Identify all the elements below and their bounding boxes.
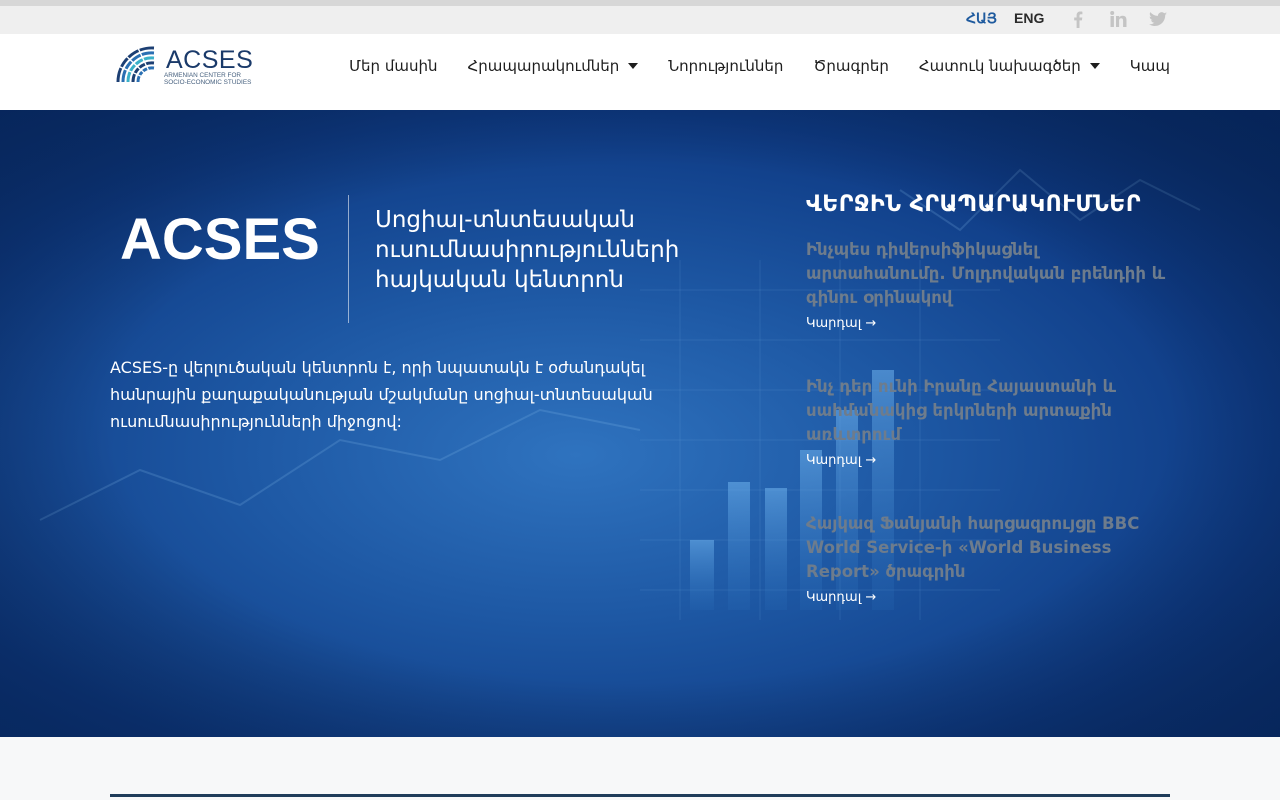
linkedin-icon[interactable]: [1108, 9, 1128, 29]
hero-description: ACSES-ը վերլուծական կենտրոն է, որի նպատա…: [110, 358, 653, 431]
site-header: ACSES ARMENIAN CENTER FOR SOCIO-ECONOMIC…: [0, 34, 1280, 110]
logo-subtitle: ARMENIAN CENTER FOR SOCIO-ECONOMIC STUDI…: [164, 72, 251, 86]
section-divider-line: [110, 794, 1170, 797]
nav-label: Մեր մասին: [349, 57, 438, 75]
caret-down-icon: [628, 63, 639, 69]
nav-label: Ծրագրեր: [813, 57, 889, 75]
language-english-link[interactable]: ENG: [1014, 10, 1044, 26]
logo-wordmark: ACSES: [166, 46, 254, 74]
caret-down-icon: [1089, 63, 1100, 69]
nav-item-publications[interactable]: Հրապարակումներ: [452, 54, 653, 78]
latest-publications-heading: ՎԵՐՋԻՆ ՀՐԱՊԱՐԱԿՈՒՄՆԵՐ: [806, 192, 1141, 217]
top-bar: ՀԱՅ ENG: [0, 6, 1280, 34]
hero-tagline: Սոցիալ-տնտեսական ուսումնասիրությունների …: [375, 207, 680, 293]
publication-title-link[interactable]: Հայկազ Ֆանյանի հարցազրույցը BBC World Se…: [806, 512, 1166, 584]
nav-item-programs[interactable]: Ծրագրեր: [798, 54, 903, 78]
hero-divider: [348, 195, 349, 323]
publication-item: Հայկազ Ֆանյանի հարցազրույցը BBC World Se…: [806, 512, 1166, 605]
language-armenian-link[interactable]: ՀԱՅ: [966, 10, 997, 27]
nav-label: Կապ: [1129, 57, 1170, 75]
logo-subtitle-line-1: ARMENIAN CENTER FOR: [164, 72, 242, 79]
twitter-icon[interactable]: [1148, 9, 1168, 29]
logo-emblem-icon: [116, 46, 156, 84]
nav-label: Նորություններ: [668, 57, 784, 75]
publication-item: Ինչ դեր ունի Իրանը Հայաստանի և սահմանակի…: [806, 375, 1166, 468]
publication-title-link[interactable]: Ինչ դեր ունի Իրանը Հայաստանի և սահմանակի…: [806, 375, 1166, 447]
publication-title-link[interactable]: Ինչպես դիվերսիֆիկացնել արտահանումը. Մոլդ…: [806, 238, 1166, 310]
read-more-link[interactable]: Կարդալ →: [806, 316, 1166, 331]
nav-item-contact[interactable]: Կապ: [1115, 54, 1170, 78]
nav-label: Հրապարակումներ: [467, 57, 620, 75]
main-nav: Մեր մասին Հրապարակումներ Նորություններ Ծ…: [334, 54, 1170, 78]
hero-brand-title: ACSES: [120, 207, 320, 272]
nav-item-about[interactable]: Մեր մասին: [334, 54, 452, 78]
nav-item-news[interactable]: Նորություններ: [653, 54, 798, 78]
publication-item: Ինչպես դիվերսիֆիկացնել արտահանումը. Մոլդ…: [806, 238, 1166, 331]
nav-label: Հատուկ նախագծեր: [918, 57, 1081, 75]
hero-section: ACSES Սոցիալ-տնտեսական ուսումնասիրությու…: [0, 110, 1280, 737]
nav-item-special-projects[interactable]: Հատուկ նախագծեր: [904, 54, 1115, 78]
site-logo[interactable]: ACSES ARMENIAN CENTER FOR SOCIO-ECONOMIC…: [116, 46, 253, 86]
logo-subtitle-line-2: SOCIO-ECONOMIC STUDIES: [164, 79, 252, 86]
read-more-link[interactable]: Կարդալ →: [806, 453, 1166, 468]
facebook-icon[interactable]: [1068, 9, 1088, 29]
read-more-link[interactable]: Կարդալ →: [806, 590, 1166, 605]
